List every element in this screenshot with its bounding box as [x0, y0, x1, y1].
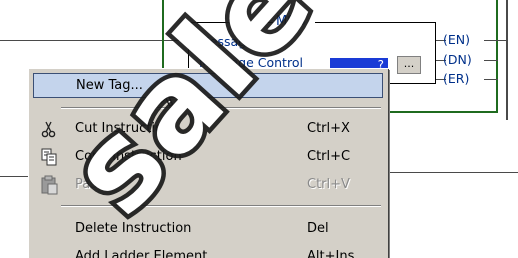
menu-item-cut-instruction[interactable]: Cut Instruction Ctrl+X — [33, 117, 383, 141]
menu-item-copy-instruction[interactable]: Copy Instruction Ctrl+C — [33, 145, 383, 169]
msg-input-wire — [164, 40, 188, 41]
msg-box-top-edge — [188, 22, 273, 23]
menu-item-shortcut: Ctrl+X — [307, 121, 350, 136]
menu-item-shortcut: Alt+Ins — [307, 249, 355, 258]
rung-line-output — [498, 40, 508, 41]
rung-line-lower-right — [388, 172, 518, 173]
coil-wire-dn-out — [484, 60, 498, 61]
right-power-rail — [506, 0, 508, 120]
menu-item-label: New Tag... — [76, 78, 143, 93]
menu-separator — [61, 205, 381, 207]
coil-wire-en-out — [484, 40, 498, 41]
msg-box-top-edge — [315, 22, 436, 23]
menu-item-label: Delete Instruction — [75, 221, 192, 236]
menu-item-add-ladder-element[interactable]: Add Ladder Element... Alt+Ins — [33, 245, 383, 258]
context-menu: New Tag... Cut Instruction Ctrl+X Copy I… — [28, 68, 388, 258]
coil-wire-er-out — [484, 79, 498, 80]
ladder-editor: MSG Message Message Control ? ... (EN) (… — [0, 0, 518, 258]
message-operand-label: Message — [199, 34, 254, 49]
menu-item-shortcut: Ctrl+V — [307, 177, 350, 192]
menu-item-label: Paste — [75, 177, 111, 192]
rung-line-main — [0, 40, 164, 41]
paste-icon — [41, 175, 58, 195]
coil-dn: (DN) — [443, 52, 472, 67]
menu-item-label: Cut Instruction — [75, 121, 172, 136]
menu-item-delete-instruction[interactable]: Delete Instruction Del — [33, 217, 383, 241]
menu-item-shortcut: Ctrl+C — [307, 149, 351, 164]
menu-item-shortcut: Del — [307, 221, 329, 236]
rung-line-lower-left — [0, 176, 30, 177]
coil-er: (ER) — [443, 71, 470, 86]
menu-item-label: Add Ladder Element... — [75, 249, 220, 258]
menu-item-paste[interactable]: Paste Ctrl+V — [33, 173, 383, 197]
mouse-pointer-icon — [160, 82, 177, 107]
menu-separator — [61, 107, 381, 109]
copy-icon — [41, 148, 57, 166]
msg-block-title: MSG — [276, 14, 306, 29]
message-control-browse-button[interactable]: ... — [397, 56, 421, 74]
scissors-icon — [41, 121, 56, 138]
menu-item-label: Copy Instruction — [75, 149, 182, 164]
menu-item-new-tag[interactable]: New Tag... — [33, 73, 383, 98]
coil-en: (EN) — [443, 32, 471, 47]
